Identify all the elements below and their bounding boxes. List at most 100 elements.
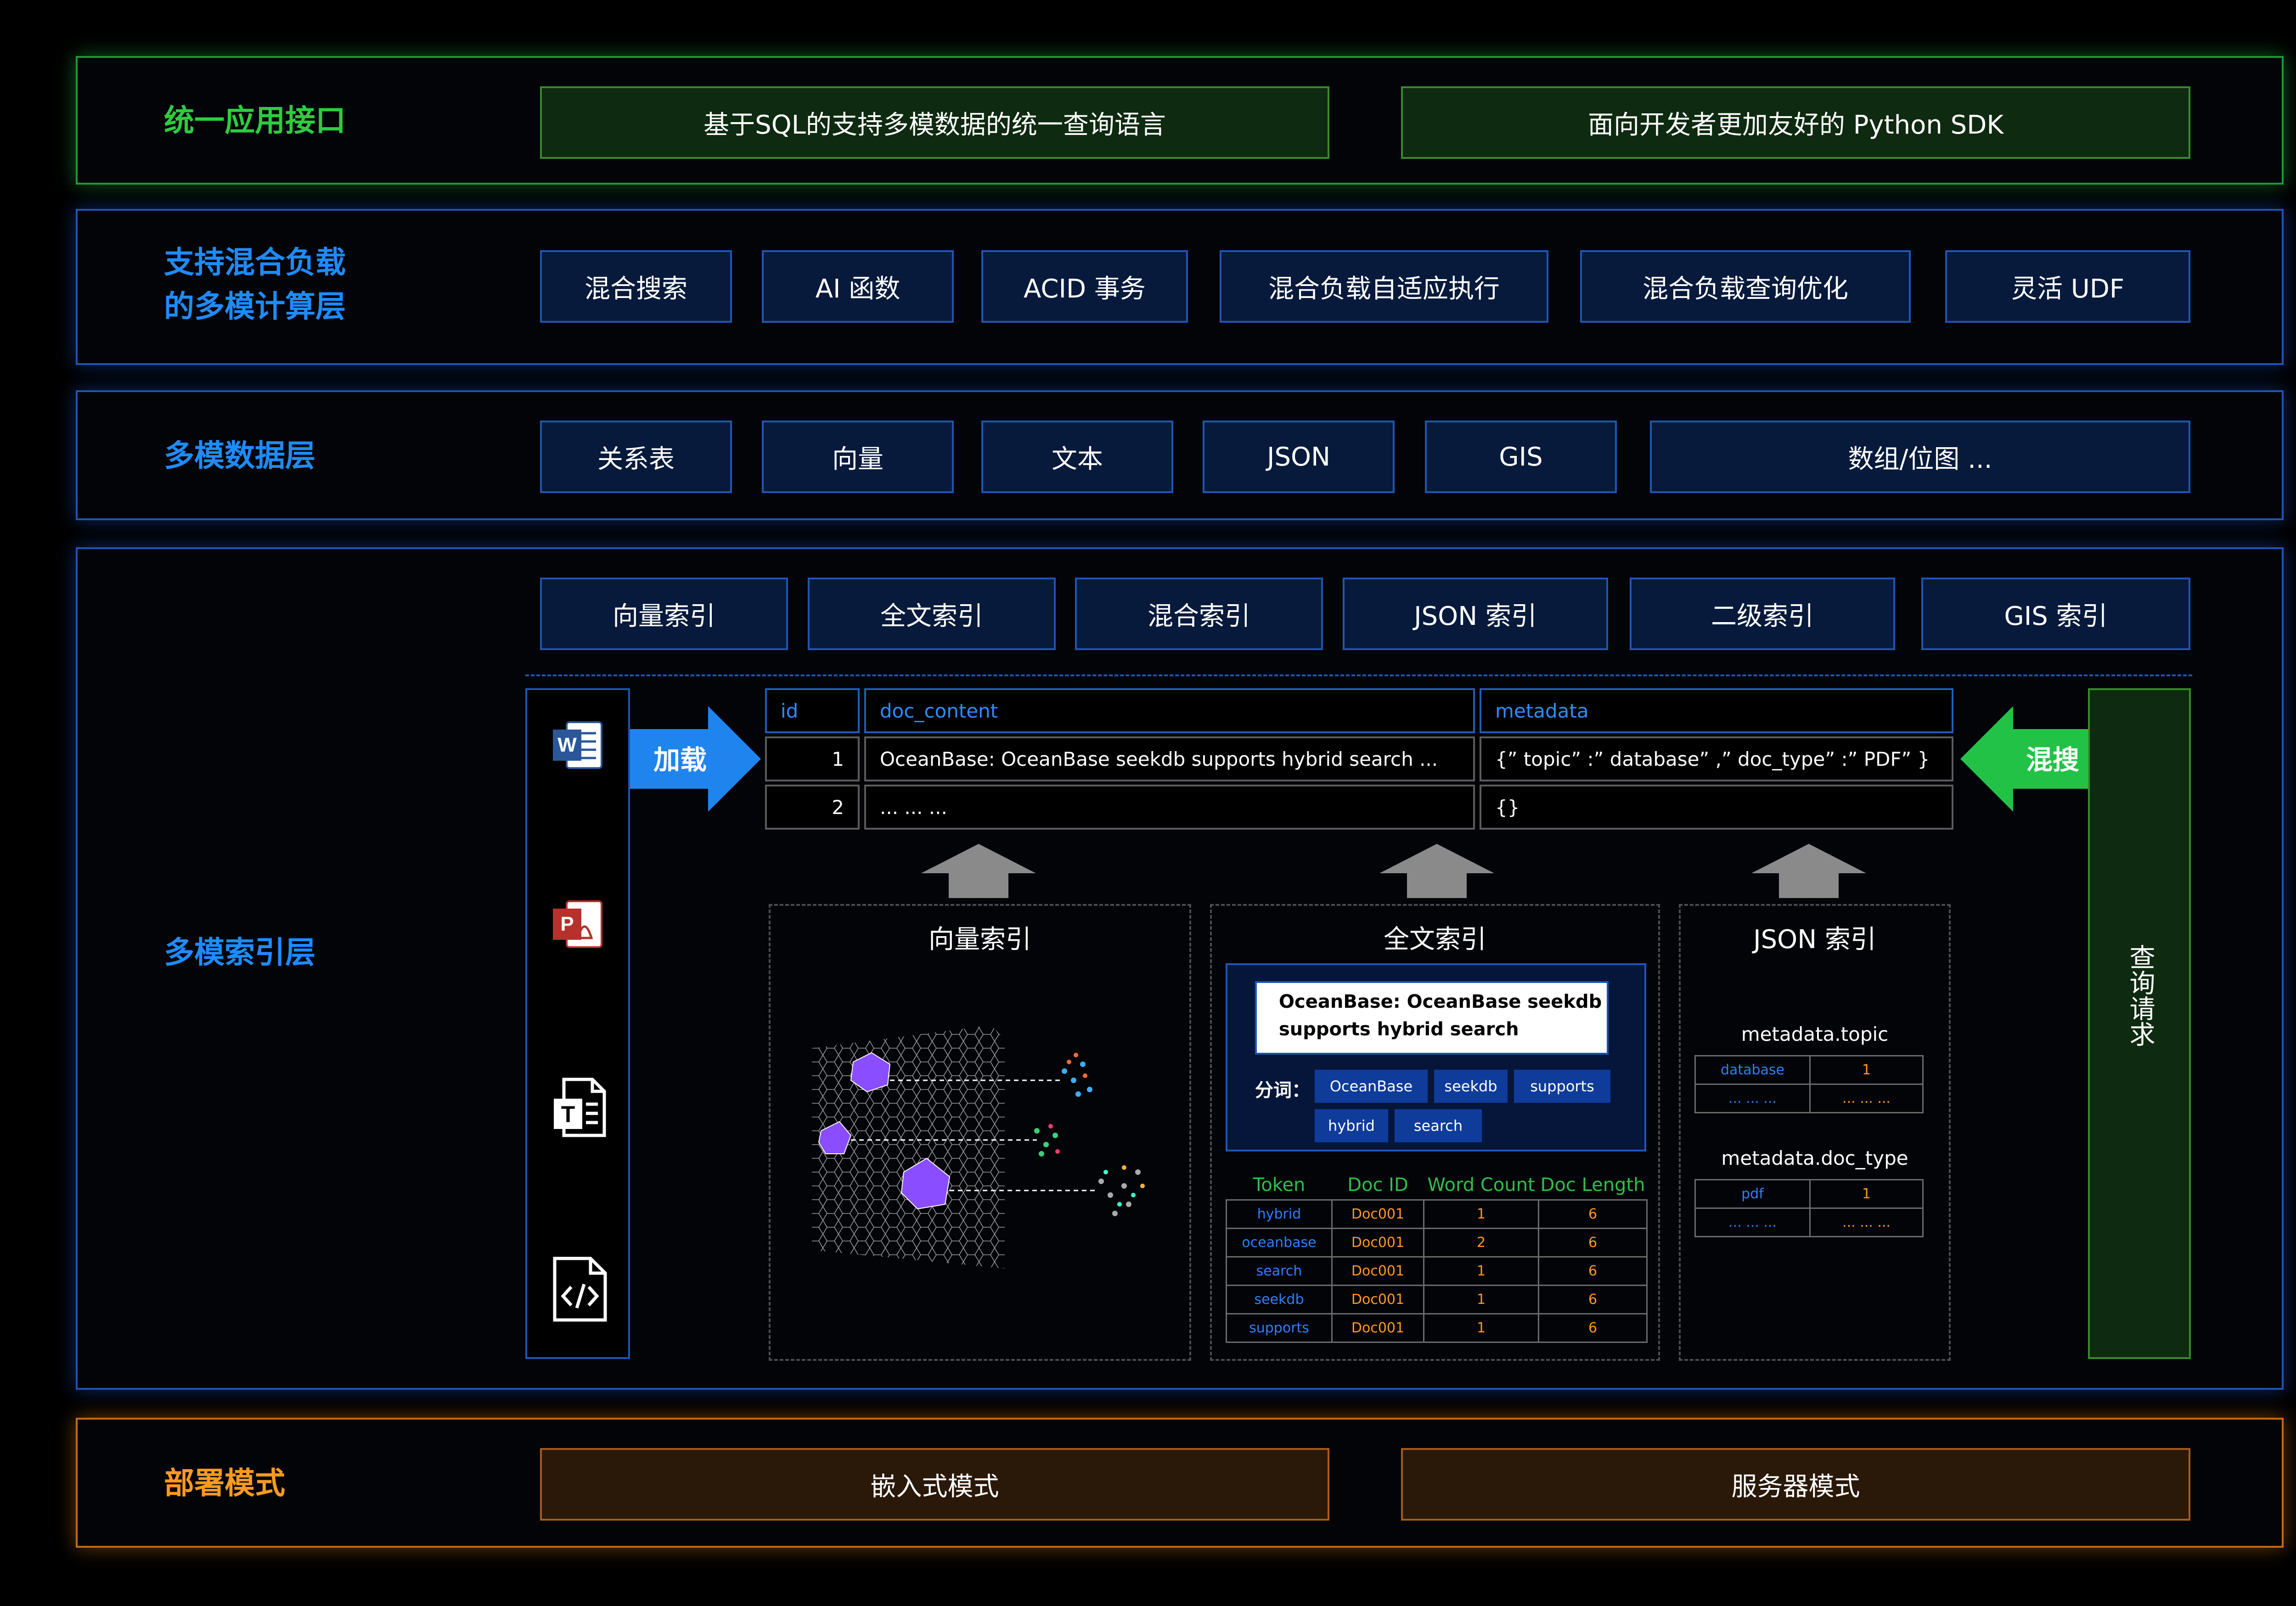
word-count-cell: 1 (1423, 1284, 1539, 1314)
table-cell: 2 (765, 785, 860, 830)
table-header-id: id (765, 688, 860, 733)
data-item: JSON (1203, 421, 1395, 493)
doc-length-cell: 6 (1538, 1199, 1648, 1229)
compute-item: 混合负载查询优化 (1580, 250, 1911, 323)
table-row: ... ... ... ... ... ... (1694, 1207, 1924, 1237)
word-doc-icon: W (553, 721, 602, 769)
table-row: ... ... ... ... ... ... (1694, 1084, 1924, 1113)
doc-id-cell: Doc001 (1331, 1313, 1424, 1343)
table-row: seekdb Doc001 1 6 (1226, 1284, 1648, 1314)
value-cell: 1 (1809, 1055, 1924, 1085)
doc-id-cell: Doc001 (1331, 1256, 1424, 1286)
json-index-panel: JSON 索引 metadata.topic database 1 ... ..… (1679, 904, 1951, 1361)
key-cell: pdf (1694, 1179, 1811, 1209)
api-item-sql: 基于SQL的支持多模数据的统一查询语言 (540, 86, 1329, 159)
index-type: 向量索引 (540, 578, 788, 650)
panel-title: 全文索引 (1384, 925, 1486, 955)
data-item: 关系表 (540, 421, 732, 493)
inverted-index-table: Token Doc ID Word Count Doc Length hybri… (1226, 1171, 1648, 1343)
column-header: Token (1253, 1174, 1306, 1196)
index-type: GIS 索引 (1921, 578, 2190, 650)
layer-deploy: 部署模式 嵌入式模式 服务器模式 (76, 1418, 2284, 1548)
value-cell: 1 (1809, 1179, 1924, 1209)
compute-item: AI 函数 (762, 250, 954, 323)
separator-line (525, 674, 2192, 676)
compute-item: 混合搜索 (540, 250, 732, 323)
hybrid-search-label: 混搜 (2026, 744, 2080, 775)
word-count-cell: 2 (1423, 1227, 1539, 1258)
word-count-cell: 1 (1423, 1199, 1539, 1229)
compute-item: 混合负载自适应执行 (1220, 250, 1548, 323)
code-doc-icon (553, 1257, 607, 1322)
doctype-label: metadata.doc_type (1721, 1147, 1908, 1169)
panel-title: JSON 索引 (1753, 925, 1876, 955)
panel-title: 向量索引 (929, 925, 1031, 955)
word-count-cell: 1 (1423, 1313, 1539, 1343)
token-cell: hybrid (1226, 1199, 1333, 1229)
token-cell: seekdb (1226, 1284, 1333, 1314)
table-row: supports Doc001 1 6 (1226, 1313, 1648, 1343)
layer-data: 多模数据层 关系表 向量 文本 JSON GIS 数组/位图 ... (76, 390, 2284, 520)
doc-id-cell: Doc001 (1331, 1284, 1424, 1314)
table-row: database 1 (1694, 1055, 1924, 1085)
compute-item: 灵活 UDF (1945, 250, 2190, 323)
pdf-doc-icon: P (553, 900, 602, 948)
up-arrow (1751, 844, 1866, 898)
token-chip: OceanBase (1315, 1070, 1428, 1103)
doc-length-cell: 6 (1538, 1284, 1648, 1314)
text-doc-icon: T (554, 1078, 606, 1137)
data-item: GIS (1425, 421, 1617, 493)
fulltext-index-panel: 全文索引 OceanBase: OceanBase seekdb support… (1210, 904, 1660, 1361)
layer-title: 部署模式 (164, 1466, 285, 1501)
table-row: oceanbase Doc001 2 6 (1226, 1227, 1648, 1258)
key-cell: ... ... ... (1694, 1084, 1811, 1113)
column-header: Doc ID (1347, 1174, 1408, 1196)
token-cell: supports (1226, 1313, 1333, 1343)
load-label: 加载 (653, 744, 707, 775)
layer-title: 多模索引层 (164, 935, 315, 970)
table-cell: OceanBase: OceanBase seekdb supports hyb… (864, 736, 1475, 781)
up-arrow (1379, 844, 1494, 898)
table-row: pdf 1 (1694, 1179, 1924, 1209)
layer-title-line2: 的多模计算层 (164, 289, 346, 324)
table-cell: 1 (765, 736, 860, 781)
doctype-table: pdf 1 ... ... ... ... ... ... (1694, 1179, 1924, 1237)
doc-text-line2: supports hybrid search (1279, 1019, 1519, 1040)
index-type: 混合索引 (1075, 578, 1323, 650)
layer-compute: 支持混合负载 的多模计算层 混合搜索 AI 函数 ACID 事务 混合负载自适应… (76, 209, 2284, 365)
doc-length-cell: 6 (1538, 1227, 1648, 1258)
column-header: Word Count (1427, 1174, 1535, 1196)
layer-index: 多模索引层 向量索引 全文索引 混合索引 JSON 索引 二级索引 GIS 索引… (76, 547, 2284, 1390)
table-row: hybrid Doc001 1 6 (1226, 1199, 1648, 1229)
compute-item: ACID 事务 (981, 250, 1188, 323)
layer-unified-api: 统一应用接口 基于SQL的支持多模数据的统一查询语言 面向开发者更加友好的 Py… (76, 56, 2284, 185)
table-row: search Doc001 1 6 (1226, 1256, 1648, 1286)
data-item: 文本 (981, 421, 1173, 493)
file-column: W P T (525, 688, 630, 1359)
table-header-doc-content: doc_content (864, 688, 1475, 733)
doc-id-cell: Doc001 (1331, 1199, 1424, 1229)
data-item: 向量 (762, 421, 954, 493)
vector-cluster-graphic (812, 1025, 1145, 1269)
doc-text-box: OceanBase: OceanBase seekdb supports hyb… (1255, 981, 1609, 1055)
value-cell: ... ... ... (1809, 1084, 1924, 1113)
token-chip: hybrid (1315, 1109, 1388, 1142)
deploy-embedded: 嵌入式模式 (540, 1448, 1329, 1521)
query-request-label: 查询请求 (2125, 944, 2155, 1047)
value-cell: ... ... ... (1809, 1207, 1924, 1237)
svg-text:T: T (561, 1101, 575, 1127)
svg-text:P: P (560, 913, 574, 935)
table-cell: ... ... ... (864, 785, 1475, 830)
token-chip: seekdb (1434, 1070, 1508, 1103)
topic-table: database 1 ... ... ... ... ... ... (1694, 1055, 1924, 1113)
doc-text-line1: OceanBase: OceanBase seekdb (1279, 991, 1602, 1012)
index-type: JSON 索引 (1343, 578, 1608, 650)
tokenize-label: 分词： (1255, 1080, 1310, 1101)
token-cell: search (1226, 1256, 1333, 1286)
topic-label: metadata.topic (1741, 1023, 1889, 1045)
word-count-cell: 1 (1423, 1256, 1539, 1286)
table-cell: {” topic” :” database” ,” doc_type” :” P… (1480, 736, 1953, 781)
key-cell: database (1694, 1055, 1811, 1085)
layer-title-line1: 支持混合负载 (164, 245, 346, 280)
layer-title: 统一应用接口 (164, 103, 346, 138)
